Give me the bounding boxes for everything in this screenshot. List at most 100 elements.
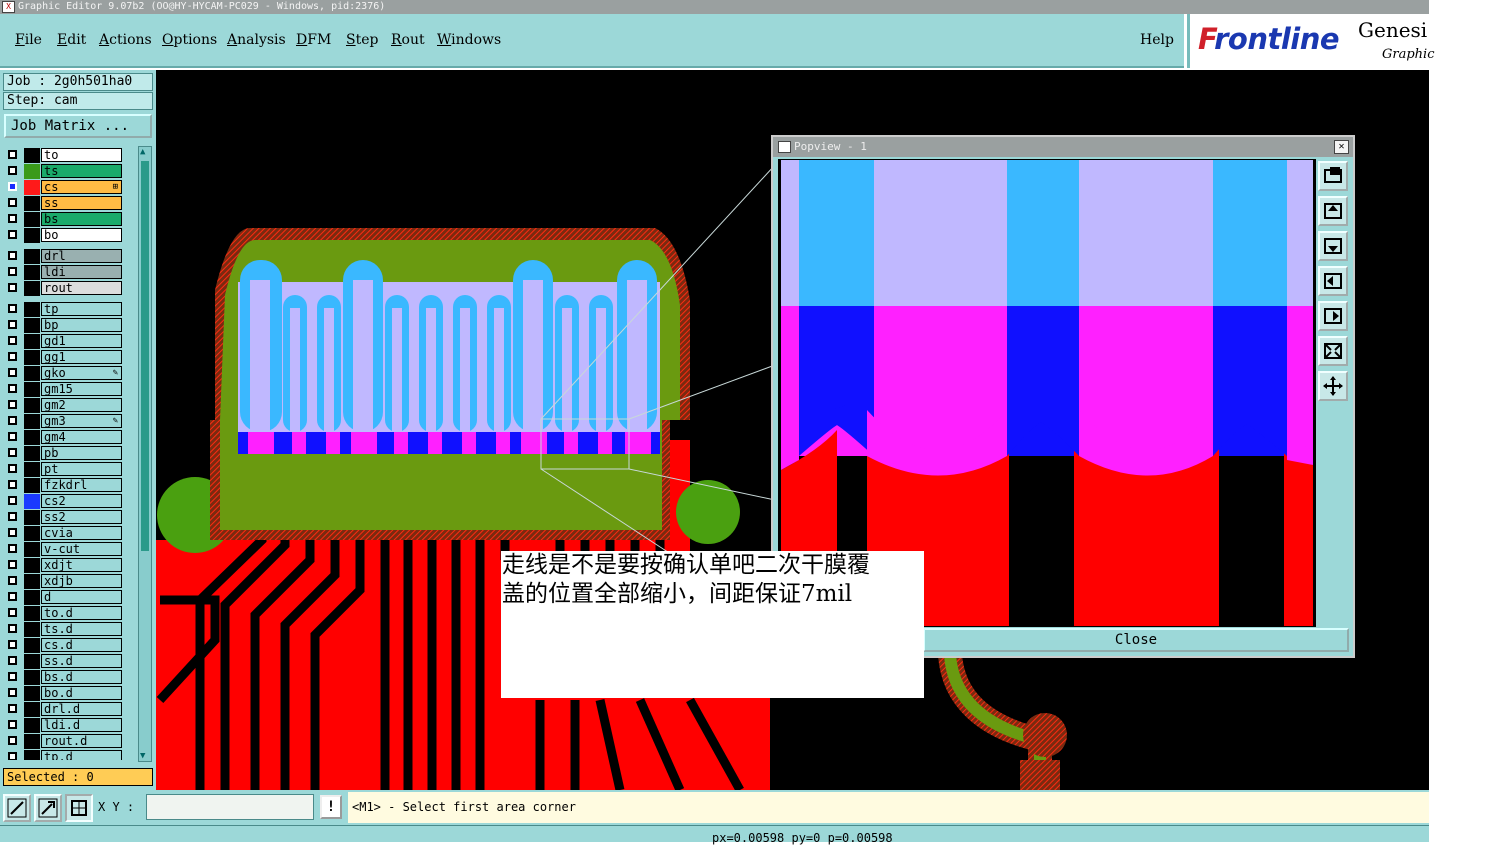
layer-row[interactable]: xdjb [4,574,126,589]
layer-name[interactable]: tp.d [41,750,122,760]
layer-checkbox[interactable] [8,251,17,260]
layer-row[interactable]: bp [4,318,126,333]
layer-name[interactable]: cs ⊞ [41,180,122,194]
layer-name[interactable]: bs.d [41,670,122,684]
layer-row[interactable]: fzkdrl [4,478,126,493]
menu-options[interactable]: Options [162,32,217,48]
layer-name[interactable]: to [41,148,122,162]
layer-checkbox[interactable] [8,544,17,553]
layer-checkbox[interactable] [8,656,17,665]
layer-row[interactable]: pt [4,462,126,477]
layer-name[interactable]: bp [41,318,122,332]
layer-name[interactable]: cs2 [41,494,122,508]
layer-row[interactable]: ts [4,164,126,179]
layer-checkbox[interactable] [8,688,17,697]
layer-row[interactable]: to [4,148,126,163]
layer-name[interactable]: rout [41,281,122,295]
layer-checkbox[interactable] [8,736,17,745]
layer-row[interactable]: xdjt [4,558,126,573]
popview-center-icon[interactable] [1318,371,1348,401]
layer-checkbox[interactable] [8,230,17,239]
layer-name[interactable]: drl [41,249,122,263]
layer-checkbox[interactable] [8,352,17,361]
scroll-thumb[interactable] [141,161,149,551]
layer-checkbox[interactable] [8,283,17,292]
layer-checkbox[interactable] [8,576,17,585]
close-icon[interactable]: ✕ [1334,140,1349,154]
layer-row[interactable]: pb [4,446,126,461]
layer-row[interactable]: to.d [4,606,126,621]
layer-name[interactable]: xdjt [41,558,122,572]
layer-row[interactable]: gd1 [4,334,126,349]
exclamation-icon[interactable]: ! [320,795,342,819]
layer-name[interactable]: drl.d [41,702,122,716]
popview-left-icon[interactable] [1318,266,1348,296]
layer-name[interactable]: ldi.d [41,718,122,732]
layer-checkbox[interactable] [8,672,17,681]
popview-right-icon[interactable] [1318,301,1348,331]
layer-row[interactable]: gg1 [4,350,126,365]
layer-name[interactable]: ts.d [41,622,122,636]
layer-checkbox[interactable] [8,704,17,713]
layer-row[interactable]: rout [4,281,126,296]
layer-row[interactable]: gm15 [4,382,126,397]
layer-row[interactable]: tp.d [4,750,126,760]
layer-row[interactable]: cvia [4,526,126,541]
layer-checkbox[interactable] [8,336,17,345]
layer-name[interactable]: xdjb [41,574,122,588]
layer-row[interactable]: bs.d [4,670,126,685]
layer-checkbox[interactable] [8,608,17,617]
layer-name[interactable]: gm4 [41,430,122,444]
layer-checkbox[interactable] [8,640,17,649]
layer-row[interactable]: d [4,590,126,605]
layer-checkbox[interactable] [8,267,17,276]
layer-checkbox[interactable] [8,464,17,473]
layer-name[interactable]: gko ✎ [41,366,122,380]
menu-actions[interactable]: Actions [99,32,152,48]
layer-name[interactable]: gm2 [41,398,122,412]
menu-dfm[interactable]: DFM [296,32,331,48]
layer-name[interactable]: bs [41,212,122,226]
layer-checkbox[interactable] [8,592,17,601]
menu-edit[interactable]: Edit [57,32,86,48]
layer-row[interactable]: cs2 [4,494,126,509]
layer-checkbox[interactable] [8,304,17,313]
layer-name[interactable]: bo.d [41,686,122,700]
layer-row[interactable]: cs ⊞ [4,180,126,195]
layer-checkbox[interactable] [8,432,17,441]
layer-name[interactable]: ts [41,164,122,178]
scroll-up-icon[interactable]: ▲ [140,147,145,157]
layer-name[interactable]: ldi [41,265,122,279]
popview-fit-icon[interactable] [1318,336,1348,366]
layer-name[interactable]: v-cut [41,542,122,556]
popview-down-icon[interactable] [1318,231,1348,261]
layer-scrollbar[interactable]: ▲ ▼ [138,146,152,762]
layer-row[interactable]: ss2 [4,510,126,525]
layer-row[interactable]: gm4 [4,430,126,445]
layer-name[interactable]: gg1 [41,350,122,364]
layer-checkbox[interactable] [8,400,17,409]
scroll-down-icon[interactable]: ▼ [140,751,145,761]
layer-name[interactable]: gm15 [41,382,122,396]
layer-row[interactable]: ss.d [4,654,126,669]
layer-checkbox[interactable] [8,150,17,159]
layer-checkbox[interactable] [8,368,17,377]
layer-name[interactable]: pt [41,462,122,476]
popview-zoom-icon[interactable] [1318,161,1348,191]
layer-name[interactable]: gd1 [41,334,122,348]
menu-file[interactable]: File [15,32,42,48]
menu-rout[interactable]: Rout [391,32,425,48]
layer-checkbox[interactable] [8,512,17,521]
layer-row[interactable]: bs [4,212,126,227]
layer-row[interactable]: drl.d [4,702,126,717]
popview-up-icon[interactable] [1318,196,1348,226]
layer-row[interactable]: bo [4,228,126,243]
xy-input[interactable] [146,794,314,820]
layer-row[interactable]: ldi [4,265,126,280]
area-mode-icon[interactable] [65,794,93,822]
layer-checkbox[interactable] [8,320,17,329]
layer-checkbox[interactable] [8,198,17,207]
popview-close-button[interactable]: Close [923,628,1349,652]
layer-checkbox[interactable] [8,560,17,569]
layer-name[interactable]: ss [41,196,122,210]
